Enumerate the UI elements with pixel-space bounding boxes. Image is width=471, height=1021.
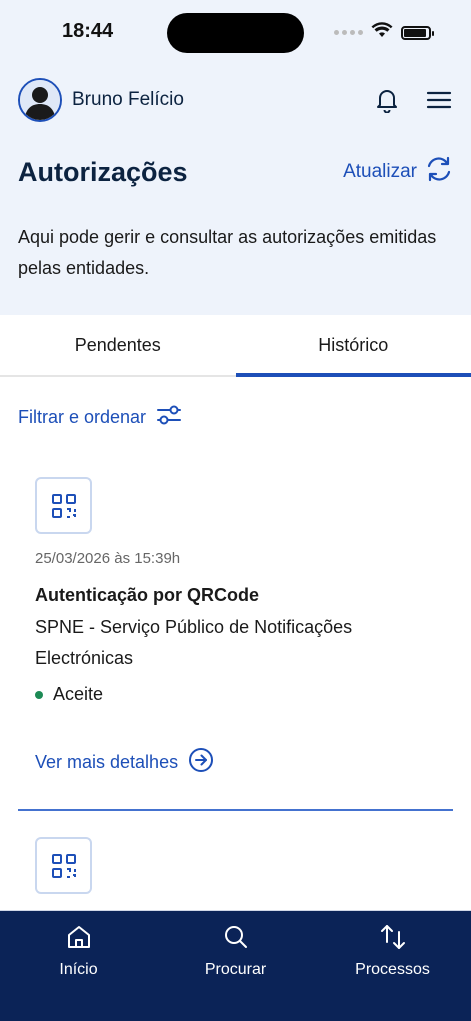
- authorization-card: 25/03/2026 às 15:39h Autenticação por QR…: [35, 477, 453, 777]
- refresh-button[interactable]: Atualizar: [343, 156, 453, 188]
- status-dot: [35, 690, 43, 699]
- user-name: Bruno Felício: [72, 89, 184, 110]
- qr-code-icon: [35, 477, 92, 534]
- status-indicators: [334, 22, 434, 43]
- title-row: Autorizações Atualizar: [18, 156, 453, 188]
- nav-processos[interactable]: Processos: [314, 911, 471, 1021]
- filter-sort-button[interactable]: Filtrar e ordenar: [18, 404, 182, 431]
- nav-inicio[interactable]: Início: [0, 911, 157, 1021]
- search-icon: [220, 921, 252, 953]
- nav-procurar[interactable]: Procurar: [157, 911, 314, 1021]
- tabs: Pendentes Histórico: [0, 315, 471, 377]
- nav-procurar-label: Procurar: [204, 961, 267, 978]
- refresh-label: Atualizar: [343, 161, 417, 182]
- dynamic-island: [167, 13, 304, 53]
- status-bar: 18:44: [0, 0, 471, 64]
- tab-historico[interactable]: Histórico: [235, 315, 471, 377]
- bell-icon[interactable]: [373, 86, 401, 114]
- view-details-label: Ver mais detalhes: [35, 752, 179, 772]
- status-badge: Aceite: [35, 684, 103, 705]
- page-title: Autorizações: [18, 156, 188, 187]
- home-icon: [63, 921, 95, 953]
- authorization-title: Autenticação por QRCode: [35, 585, 260, 605]
- hamburger-menu-icon[interactable]: [425, 86, 453, 114]
- bottom-navigation: Início Procurar Processos: [0, 910, 471, 1021]
- authorization-date: 25/03/2026 às 15:39h: [35, 550, 181, 567]
- wifi-icon: [371, 22, 393, 43]
- status-label: Aceite: [53, 684, 104, 704]
- battery-level: [404, 28, 426, 37]
- avatar[interactable]: [18, 78, 62, 122]
- nav-processos-label: Processos: [355, 961, 430, 978]
- tab-pendentes[interactable]: Pendentes: [0, 315, 236, 375]
- nav-inicio-label: Início: [59, 961, 98, 978]
- card-divider: [18, 809, 453, 811]
- refresh-icon: [425, 156, 453, 188]
- header-actions: [373, 86, 453, 114]
- filter-sliders-icon: [156, 404, 182, 431]
- arrow-right-circle-icon: [188, 747, 214, 778]
- cellular-signal-icon: [334, 30, 363, 35]
- page-description: Aqui pode gerir e consultar as autorizaç…: [18, 227, 437, 278]
- status-time: 18:44: [62, 20, 114, 42]
- profile-row: Bruno Felício: [18, 78, 453, 122]
- authorization-entity: SPNE - Serviço Público de Notificações E…: [35, 617, 353, 668]
- arrows-up-down-icon: [377, 921, 409, 953]
- battery-icon: [401, 25, 434, 40]
- header-region: Bruno Felício Autorizações Atualizar Aqu…: [0, 64, 471, 315]
- view-details-link[interactable]: Ver mais detalhes: [35, 747, 214, 778]
- authorization-card: [35, 837, 453, 910]
- qr-code-icon: [35, 837, 92, 894]
- filter-label: Filtrar e ordenar: [18, 407, 147, 427]
